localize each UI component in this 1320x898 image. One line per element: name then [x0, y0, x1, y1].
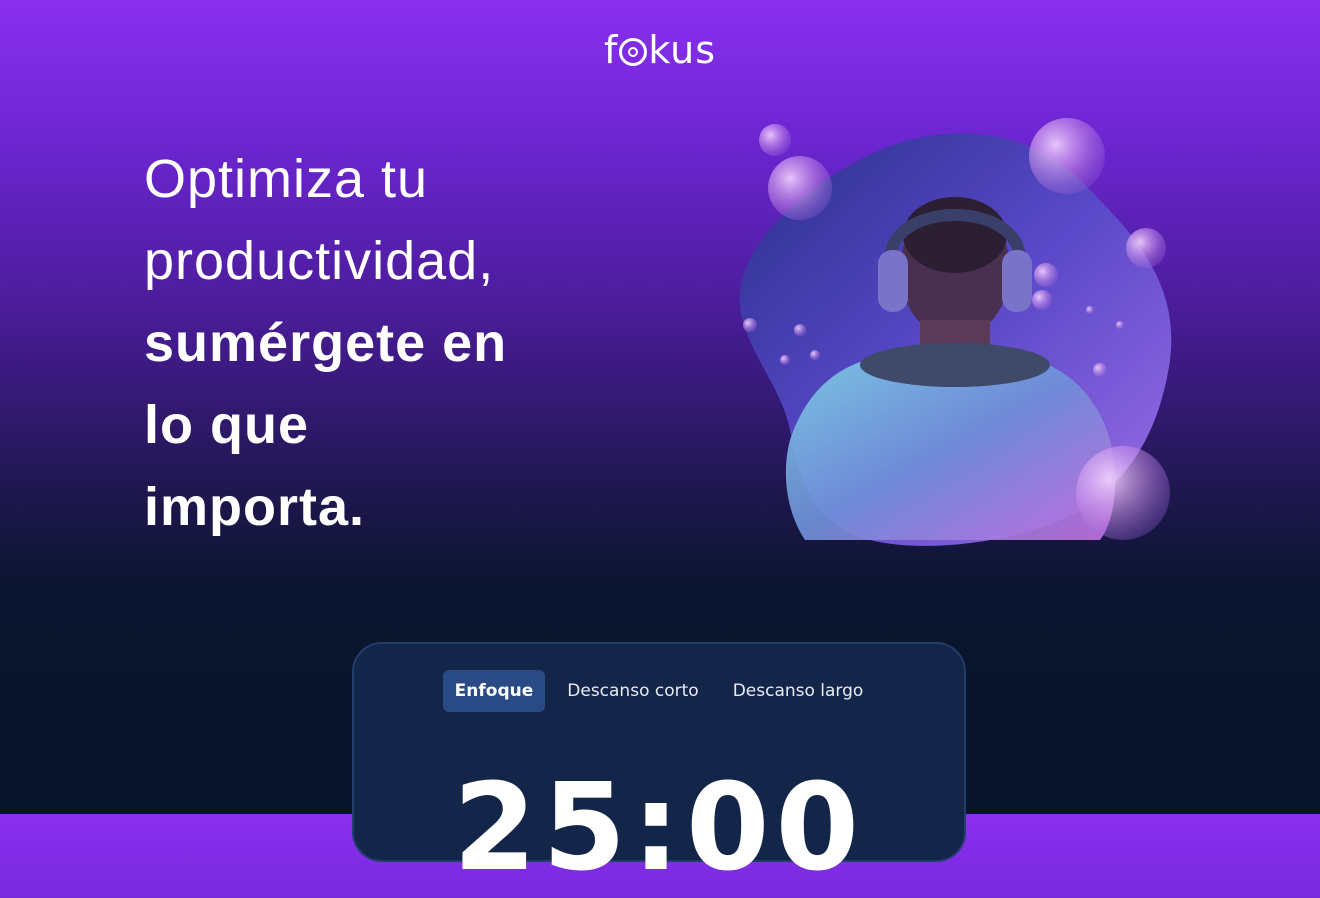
- headline-line: sumérgete en: [144, 313, 508, 373]
- tab-descanso-corto[interactable]: Descanso corto: [555, 670, 710, 712]
- timer-card: Enfoque Descanso corto Descanso largo 25…: [352, 642, 966, 898]
- timer-tabs: Enfoque Descanso corto Descanso largo: [354, 670, 964, 712]
- headline-line: productividad,: [144, 231, 495, 291]
- tab-enfoque[interactable]: Enfoque: [442, 670, 546, 712]
- headline-line: importa.: [144, 477, 366, 537]
- target-icon: [619, 38, 648, 66]
- logo: f kus: [0, 28, 1320, 72]
- tab-descanso-largo[interactable]: Descanso largo: [721, 670, 876, 712]
- logo-text-end: kus: [648, 28, 717, 72]
- hero-headline: Optimiza tu productividad, sumérgete en …: [144, 138, 664, 548]
- hero-image: [739, 118, 1172, 546]
- logo-text-start: f: [603, 28, 619, 72]
- timer-display: 25:00: [453, 759, 865, 898]
- headline-line: lo que: [144, 395, 309, 455]
- headline-line: Optimiza tu: [144, 149, 429, 209]
